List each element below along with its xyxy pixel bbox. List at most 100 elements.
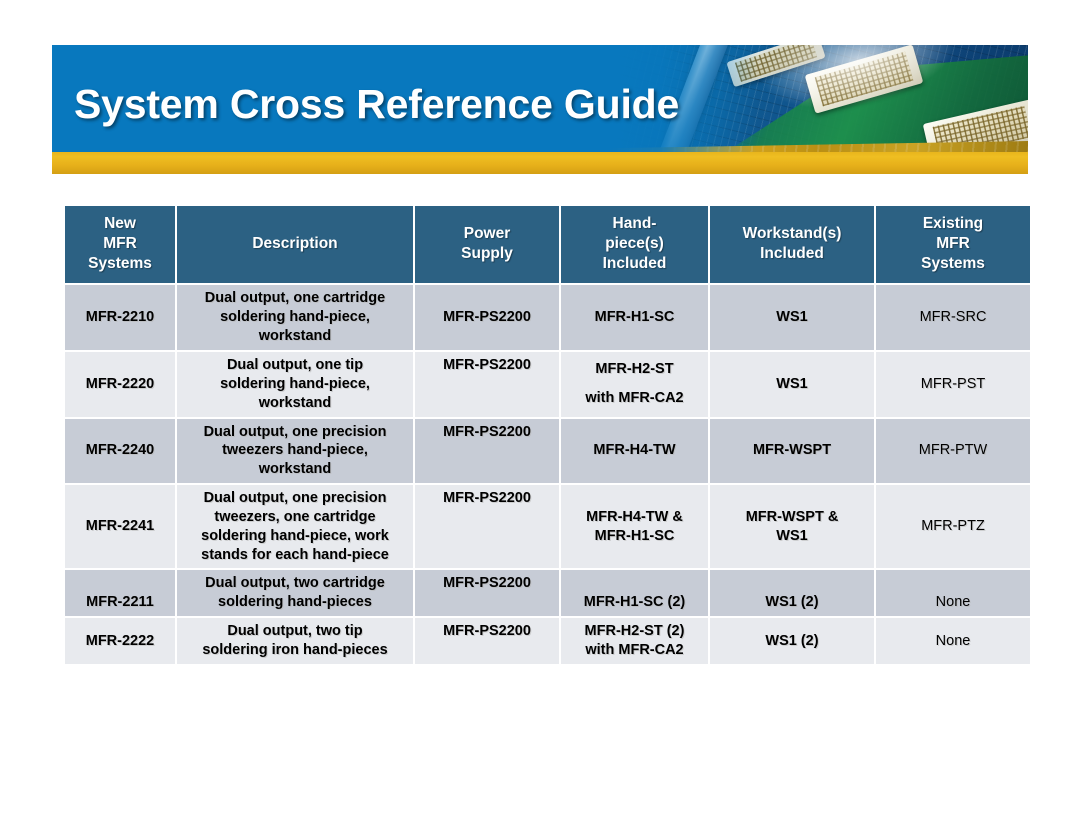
cell-line: MFR-H2-ST (2)	[584, 623, 685, 640]
page-title: System Cross Reference Guide	[74, 81, 680, 127]
cell-hand-pieces: MFR-H2-ST (2) with MFR-CA2	[561, 618, 708, 664]
cell-description: Dual output, two cartridge soldering hand…	[177, 570, 413, 617]
cell-line: MFR-PS2200	[443, 357, 531, 374]
cell-line: Dual output, one precision	[203, 423, 387, 440]
cell-line: MFR-2240	[85, 442, 155, 459]
cell-line: Dual output, two cartridge	[205, 575, 385, 592]
cell-line: Dual output, two tip	[227, 623, 363, 640]
header-line: MFR	[936, 234, 970, 252]
table-header: New MFR Systems Description Power Supply…	[65, 206, 1030, 284]
table-row: MFR-2220 Dual output, one tip soldering ha…	[65, 352, 1030, 417]
cell-line: MFR-SRC	[919, 309, 987, 326]
cell-line: workstand	[258, 394, 332, 411]
cell-existing-mfr-system: MFR-PST	[876, 352, 1030, 417]
cross-reference-table: New MFR Systems Description Power Supply…	[63, 204, 1032, 666]
table-row: MFR-2222 Dual output, two tip soldering ir…	[65, 618, 1030, 664]
cell-hand-pieces: MFR-H2-ST with MFR-CA2	[561, 352, 708, 417]
cell-line: Dual output, one cartridge	[204, 290, 386, 307]
cell-power-supply: MFR-PS2200	[415, 352, 559, 417]
cell-existing-mfr-system: MFR-SRC	[876, 285, 1030, 351]
cell-line: with MFR-CA2	[585, 641, 684, 658]
header-line: Included	[760, 244, 824, 262]
cell-power-supply: MFR-PS2200	[415, 485, 559, 569]
column-header-power-supply: Power Supply	[415, 206, 559, 284]
cell-line: MFR-PTW	[918, 442, 988, 459]
cell-existing-mfr-system: MFR-PTW	[876, 418, 1030, 484]
header-line: Power	[463, 224, 511, 242]
cell-workstands: MFR-WSPT & WS1	[710, 485, 874, 569]
cross-reference-table-wrapper: New MFR Systems Description Power Supply…	[63, 204, 1030, 666]
cell-line: MFR-H1-SC	[594, 309, 675, 326]
table-body: MFR-2210 Dual output, one cartridge solder…	[65, 285, 1030, 664]
cell-new-mfr-system: MFR-2210	[65, 285, 175, 351]
cell-hand-pieces: MFR-H1-SC	[561, 285, 708, 351]
cell-workstands: MFR-WSPT	[710, 418, 874, 484]
cell-line: with MFR-CA2	[585, 390, 684, 407]
cell-new-mfr-system: MFR-2222	[65, 618, 175, 664]
header-line: Systems	[88, 254, 152, 272]
page-banner: System Cross Reference Guide	[52, 45, 1028, 174]
cell-line	[565, 379, 704, 389]
cell-line: MFR-2241	[85, 518, 155, 535]
cell-line: None	[935, 632, 971, 649]
cell-line: soldering hand-piece,	[220, 375, 370, 392]
cell-line: WS1	[776, 375, 808, 392]
cell-existing-mfr-system: MFR-PTZ	[876, 485, 1030, 569]
banner-gold-stripe	[52, 152, 1028, 174]
cell-line: MFR-PS2200	[443, 490, 531, 507]
cell-line: None	[935, 594, 971, 611]
cell-power-supply: MFR-PS2200	[415, 570, 559, 617]
cell-line: soldering iron hand-pieces	[202, 641, 388, 658]
cell-description: Dual output, one precision tweezers, one …	[177, 485, 413, 569]
cell-new-mfr-system: MFR-2211	[65, 570, 175, 617]
header-line: Systems	[921, 254, 985, 272]
cell-line: WS1	[776, 527, 808, 544]
cell-new-mfr-system: MFR-2220	[65, 352, 175, 417]
header-line: Supply	[461, 244, 513, 262]
cell-line: MFR-2211	[86, 594, 154, 611]
table-row: MFR-2241 Dual output, one precision tweeze…	[65, 485, 1030, 569]
cell-power-supply: MFR-PS2200	[415, 285, 559, 351]
cell-line: MFR-PS2200	[443, 623, 531, 640]
cell-description: Dual output, one precision tweezers hand-…	[177, 418, 413, 484]
cell-new-mfr-system: MFR-2241	[65, 485, 175, 569]
header-line: Included	[602, 254, 667, 272]
cell-line: MFR-PST	[920, 375, 986, 392]
cell-line: MFR-WSPT &	[745, 508, 839, 525]
table-row: MFR-2210 Dual output, one cartridge solder…	[65, 285, 1030, 351]
cell-line: MFR-PS2200	[443, 575, 531, 592]
table-header-row: New MFR Systems Description Power Supply…	[65, 206, 1030, 284]
cell-line: MFR-PTZ	[921, 518, 985, 535]
cell-line: MFR-H1-SC (2)	[583, 594, 686, 611]
cell-power-supply: MFR-PS2200	[415, 418, 559, 484]
cell-line: workstand	[258, 328, 332, 345]
cell-line: MFR-H1-SC	[594, 527, 675, 544]
cell-workstands: WS1 (2)	[710, 618, 874, 664]
cell-line: tweezers hand-piece,	[222, 442, 368, 459]
header-line: New	[104, 215, 136, 232]
cell-line: WS1 (2)	[765, 632, 819, 649]
cell-line: stands for each hand-piece	[201, 546, 389, 563]
cell-line: soldering hand-piece, work	[201, 527, 389, 544]
cell-hand-pieces: MFR-H1-SC (2)	[561, 570, 708, 617]
cell-line: soldering hand-pieces	[218, 594, 372, 611]
cell-power-supply: MFR-PS2200	[415, 618, 559, 664]
cell-existing-mfr-system: None	[876, 570, 1030, 617]
cell-hand-pieces: MFR-H4-TW & MFR-H1-SC	[561, 485, 708, 569]
header-line: Workstand(s)	[742, 224, 842, 242]
cell-line: MFR-PS2200	[443, 423, 531, 440]
column-header-description: Description	[177, 206, 413, 284]
cell-line: WS1 (2)	[765, 594, 819, 611]
cell-line: WS1	[776, 309, 808, 326]
header-line: Existing	[922, 215, 984, 232]
cell-line: MFR-H2-ST	[595, 361, 674, 378]
cell-line: workstand	[258, 461, 332, 478]
cell-line: tweezers, one cartridge	[214, 508, 376, 525]
cell-line: MFR-2220	[85, 375, 155, 392]
cell-hand-pieces: MFR-H4-TW	[561, 418, 708, 484]
column-header-workstands-included: Workstand(s) Included	[710, 206, 874, 284]
cell-description: Dual output, one tip soldering hand-piece…	[177, 352, 413, 417]
column-header-new-mfr-systems: New MFR Systems	[65, 206, 175, 284]
cell-line: Dual output, one precision	[203, 490, 387, 507]
cell-existing-mfr-system: None	[876, 618, 1030, 664]
